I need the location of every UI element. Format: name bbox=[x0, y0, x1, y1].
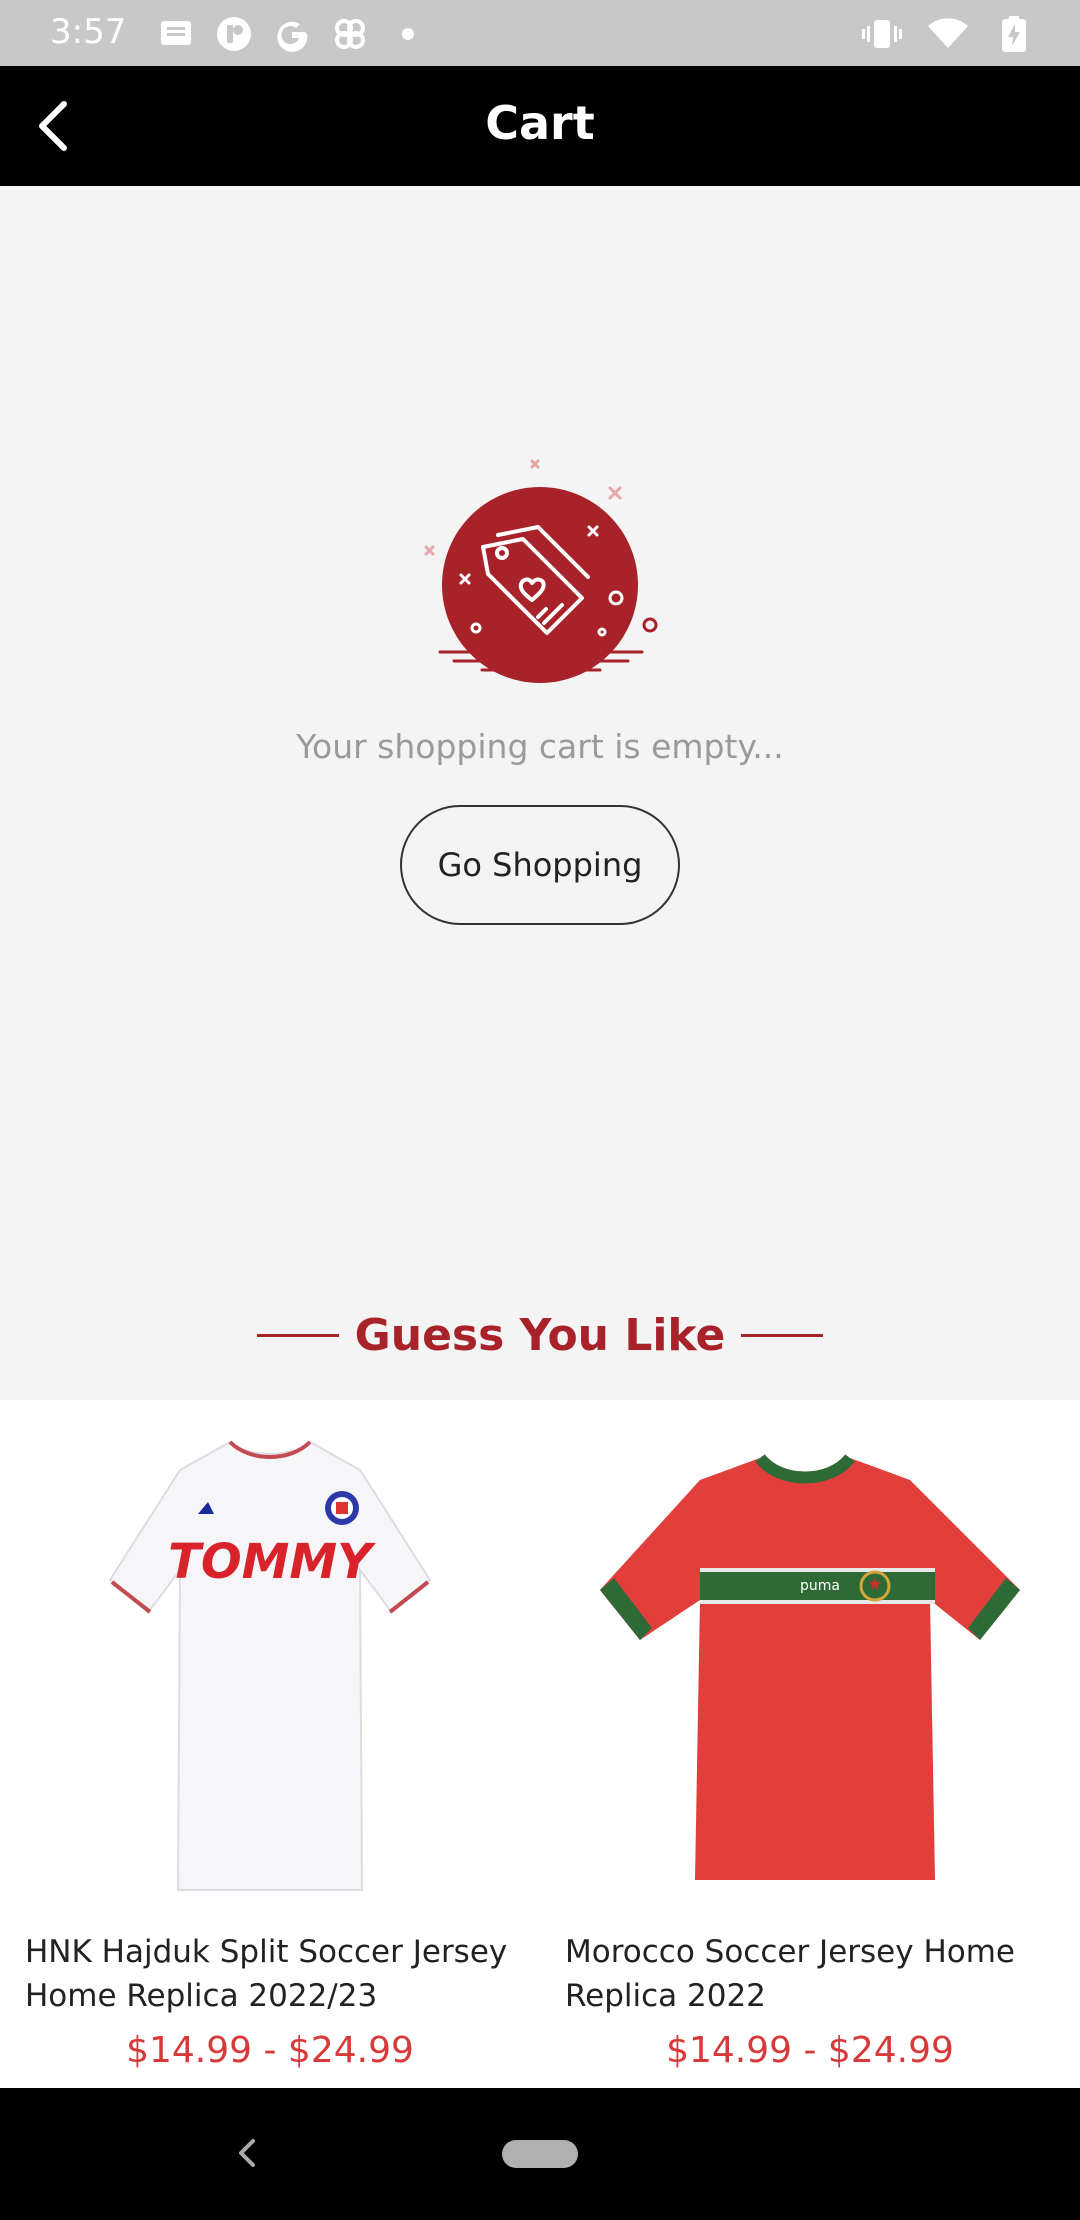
nav-home-pill[interactable] bbox=[502, 2140, 578, 2168]
status-system-icons bbox=[862, 14, 1034, 54]
sponsor-logo: TOMMY bbox=[168, 1534, 376, 1590]
nav-back-icon bbox=[239, 2139, 255, 2167]
recommendations-title: Guess You Like bbox=[354, 1309, 726, 1361]
product-price: $14.99 - $24.99 bbox=[666, 2030, 954, 2071]
system-nav-bar bbox=[0, 2088, 1080, 2220]
wifi-icon bbox=[928, 14, 968, 54]
heading-divider-left bbox=[256, 1333, 339, 1337]
product-card[interactable]: TOMMY HNK Hajduk Split Soccer Jersey Hom… bbox=[0, 1400, 540, 2088]
app-header: Cart bbox=[0, 66, 1080, 186]
pinwheel-icon bbox=[330, 14, 370, 54]
product-name[interactable]: HNK Hajduk Split Soccer Jersey Home Repl… bbox=[25, 1930, 525, 2018]
product-name[interactable]: Morocco Soccer Jersey Home Replica 2022 bbox=[565, 1930, 1065, 2018]
status-time: 3:57 bbox=[50, 12, 127, 52]
status-notification-icons bbox=[156, 14, 428, 54]
go-shopping-button[interactable]: Go Shopping bbox=[400, 805, 680, 925]
product-image[interactable]: TOMMY bbox=[24, 1420, 516, 1910]
cart-screen: 3:57 Cart Your shopping cart is empty...… bbox=[0, 0, 1080, 2220]
dot-icon bbox=[388, 14, 428, 54]
google-icon bbox=[272, 14, 312, 54]
message-icon bbox=[156, 14, 196, 54]
nav-back-button[interactable] bbox=[222, 2128, 272, 2178]
brand-logo: puma bbox=[800, 1578, 840, 1594]
recommendations-heading: Guess You Like bbox=[0, 1305, 1080, 1365]
product-grid: TOMMY HNK Hajduk Split Soccer Jersey Hom… bbox=[0, 1400, 1080, 2088]
battery-charging-icon bbox=[994, 14, 1034, 54]
heading-divider-right bbox=[741, 1333, 824, 1337]
product-card[interactable]: puma Morocco Soccer Jersey Home Replica … bbox=[540, 1400, 1080, 2088]
price-tag-heart-icon bbox=[420, 455, 670, 685]
product-image[interactable]: puma bbox=[564, 1420, 1056, 1910]
vibrate-icon bbox=[862, 14, 902, 54]
app-icon bbox=[214, 14, 254, 54]
product-price: $14.99 - $24.99 bbox=[126, 2030, 414, 2071]
status-bar: 3:57 bbox=[0, 0, 1080, 66]
page-title: Cart bbox=[485, 96, 595, 150]
empty-cart-message: Your shopping cart is empty... bbox=[296, 727, 784, 766]
